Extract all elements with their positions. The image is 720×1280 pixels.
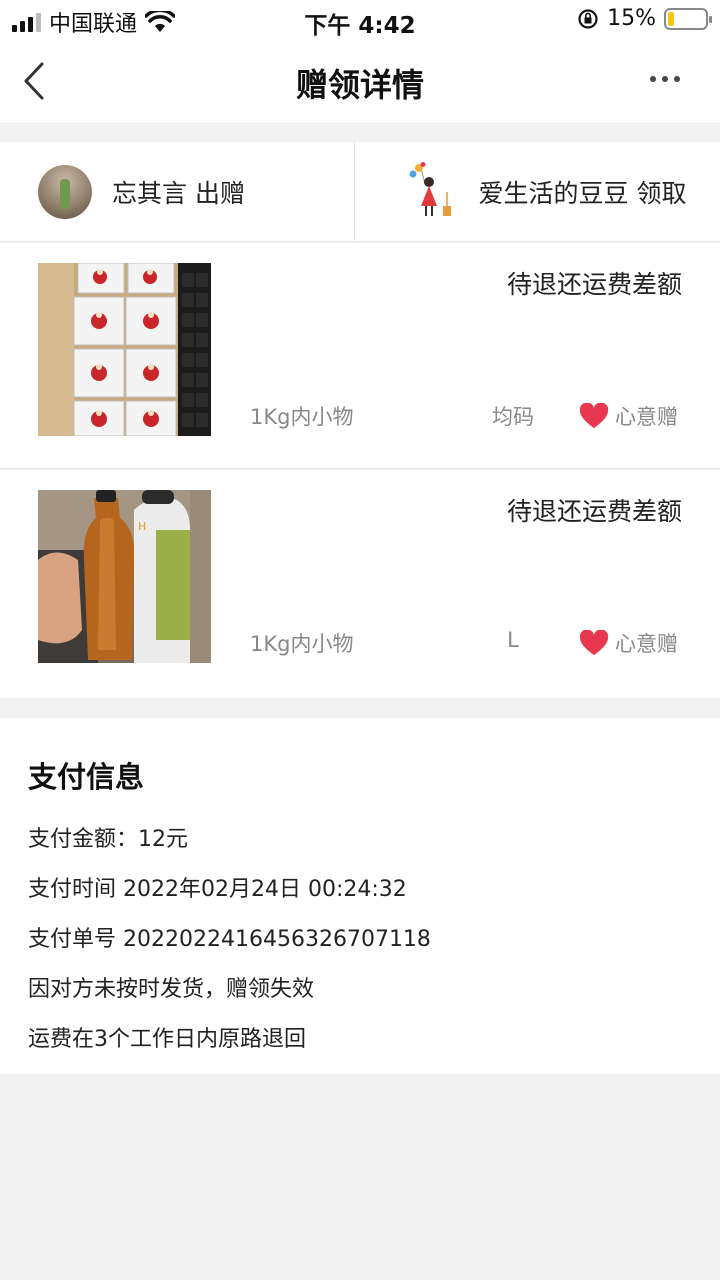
refund-note: 运费在3个工作日内原路退回: [28, 1027, 306, 1052]
item-status: 待退还运费差额: [506, 270, 682, 299]
receiver-avatar: [409, 161, 451, 216]
item-tag-label: 心意赠: [615, 632, 678, 656]
item-weight: 1Kg内小物: [250, 405, 354, 429]
more-icon[interactable]: [650, 76, 680, 82]
giver-info[interactable]: 忘其言 出赠: [0, 142, 355, 241]
item-tag-label: 心意赠: [615, 405, 678, 429]
item-status: 待退还运费差额: [506, 497, 682, 526]
payment-amount: 支付金额：12元: [28, 827, 188, 852]
item-tag: 心意赠: [579, 401, 678, 431]
battery-icon: [664, 7, 712, 30]
payment-order-number: 支付单号 2022022416456326707118: [28, 927, 431, 952]
receiver-label: 爱生活的豆豆 领取: [478, 178, 687, 208]
payment-title: 支付信息: [28, 760, 145, 794]
item-card[interactable]: H 待退还运费差额 1Kg内小物 L 心意赠: [0, 470, 720, 698]
heart-icon: [579, 630, 609, 655]
item-weight: 1Kg内小物: [250, 632, 354, 656]
page-title: 赠领详情: [295, 66, 424, 104]
keychain-boxes-photo: [38, 263, 211, 436]
payment-info: 支付信息 支付金额：12元 支付时间 2022年02月24日 00:24:32 …: [0, 718, 720, 1074]
invalid-reason: 因对方未按时发货，赠领失效: [28, 977, 315, 1002]
giver-label: 忘其言 出赠: [112, 178, 245, 208]
water-bottles-photo: H: [38, 490, 211, 663]
heart-icon: [579, 403, 609, 428]
payment-time: 支付时间 2022年02月24日 00:24:32: [28, 877, 407, 902]
nav-bar: 赠领详情: [0, 40, 720, 124]
item-size: 均码: [492, 405, 534, 429]
giver-avatar: [38, 164, 92, 219]
svg-text:H: H: [138, 520, 146, 533]
item-tag: 心意赠: [579, 628, 678, 658]
item-card[interactable]: 待退还运费差额 1Kg内小物 均码 心意赠: [0, 243, 720, 469]
item-size: L: [507, 628, 519, 652]
status-bar: 中国联通 下午 4:42 15%: [0, 0, 720, 40]
rotation-lock-icon: [578, 8, 598, 29]
parties-panel: 忘其言 出赠 爱生活的豆豆 领取: [0, 142, 720, 242]
receiver-info[interactable]: 爱生活的豆豆 领取: [355, 142, 720, 241]
battery-percent: 15%: [607, 6, 656, 31]
